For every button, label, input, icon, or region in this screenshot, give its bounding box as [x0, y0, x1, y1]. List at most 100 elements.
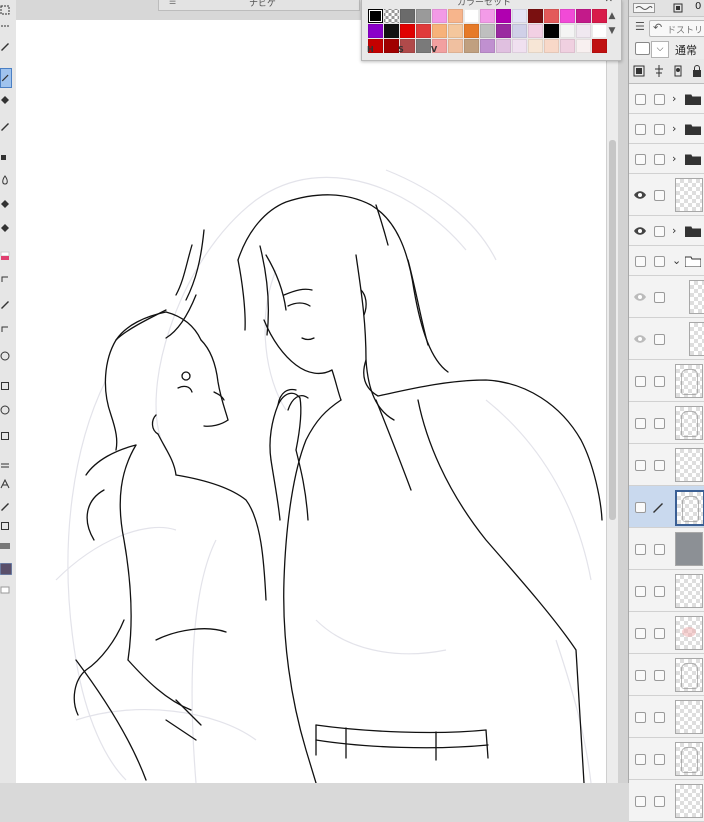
correct-line-tool-icon[interactable] — [0, 380, 12, 394]
expression-color-box[interactable] — [635, 42, 650, 55]
visibility-checkbox[interactable] — [635, 670, 646, 681]
layer-folder-row[interactable]: › — [629, 84, 704, 114]
blend-tool-icon[interactable] — [0, 404, 12, 418]
minimize-icon[interactable]: — — [342, 0, 351, 4]
color-swatch[interactable] — [560, 9, 575, 23]
layer-row[interactable] — [629, 780, 704, 822]
lock-checkbox[interactable] — [654, 256, 665, 267]
color-swatch[interactable] — [384, 9, 399, 23]
visibility-checkbox[interactable] — [635, 256, 646, 267]
color-swatch[interactable] — [480, 24, 495, 38]
layer-folder-row[interactable]: › — [629, 114, 704, 144]
undo-icon[interactable]: ↶ — [653, 21, 662, 34]
color-swatch[interactable] — [464, 9, 479, 23]
chevron-down-icon[interactable]: ⌄ — [672, 254, 681, 267]
draft-layer-icon[interactable] — [672, 64, 684, 78]
lock-checkbox[interactable] — [654, 124, 665, 135]
lock-checkbox[interactable] — [654, 418, 665, 429]
chevron-right-icon[interactable]: › — [672, 152, 676, 165]
lock-checkbox[interactable] — [654, 154, 665, 165]
color-swatch[interactable] — [592, 9, 607, 23]
palette-menu-icon[interactable]: ☰ — [635, 20, 645, 33]
chevron-down-icon[interactable]: ⌵ — [651, 41, 669, 58]
lock-checkbox[interactable] — [654, 376, 665, 387]
minimize-icon[interactable]: — — [586, 0, 595, 4]
color-swatch[interactable] — [576, 9, 591, 23]
color-swatch[interactable] — [592, 24, 607, 38]
lock-checkbox[interactable] — [654, 226, 665, 237]
eyedropper-tool-icon[interactable] — [0, 40, 12, 54]
layer-row[interactable] — [629, 570, 704, 612]
gradient-tool-icon[interactable] — [0, 250, 12, 264]
panel-divider[interactable] — [618, 0, 628, 783]
layer-row[interactable] — [629, 654, 704, 696]
color-swatch[interactable] — [416, 24, 431, 38]
layer-row[interactable] — [629, 486, 704, 528]
lock-checkbox[interactable] — [654, 190, 665, 201]
color-swatch[interactable] — [576, 24, 591, 38]
color-swatch[interactable] — [528, 24, 543, 38]
figure-tool-icon[interactable] — [0, 272, 12, 286]
color-swatch[interactable] — [400, 24, 415, 38]
navigator-palette[interactable]: ☰ ナビゲ — — [158, 0, 360, 11]
visibility-checkbox[interactable] — [635, 754, 646, 765]
layer-row[interactable] — [629, 360, 704, 402]
balloon-tool-icon[interactable] — [0, 350, 12, 364]
color-swatch[interactable] — [544, 9, 559, 23]
visibility-checkbox[interactable] — [635, 586, 646, 597]
select-tool-icon[interactable] — [0, 4, 12, 18]
reference-icon[interactable] — [653, 64, 665, 78]
eye-icon[interactable] — [633, 189, 647, 201]
layer-property-icon[interactable] — [673, 3, 683, 13]
ruler-tool-icon[interactable] — [0, 298, 12, 312]
layer-folder-row[interactable]: › — [629, 144, 704, 174]
color-swatch[interactable] — [544, 24, 559, 38]
h-label[interactable]: H — [367, 45, 374, 54]
layer-row[interactable] — [629, 444, 704, 486]
color-swatch[interactable] — [384, 24, 399, 38]
color-swatch[interactable] — [400, 9, 415, 23]
airbrush-tool-icon[interactable] — [0, 150, 12, 164]
layer-folder-row[interactable]: ⌄ — [629, 246, 704, 276]
visibility-checkbox[interactable] — [635, 628, 646, 639]
pencil-tool-icon[interactable] — [0, 562, 12, 576]
color-swatch[interactable] — [432, 24, 447, 38]
v-label[interactable]: V — [431, 45, 437, 54]
lock-checkbox[interactable] — [654, 712, 665, 723]
chevron-right-icon[interactable]: › — [672, 224, 676, 237]
color-swatch[interactable] — [496, 24, 511, 38]
lock-checkbox[interactable] — [654, 586, 665, 597]
visibility-checkbox[interactable] — [635, 502, 646, 513]
layer-row[interactable] — [629, 612, 704, 654]
scroll-down-icon[interactable]: ▼ — [606, 24, 618, 39]
eye-icon[interactable] — [633, 225, 647, 237]
layer-row[interactable] — [629, 318, 704, 360]
wave-icon[interactable] — [633, 3, 655, 13]
lock-checkbox[interactable] — [654, 292, 665, 303]
layer-row[interactable] — [629, 276, 704, 318]
lock-checkbox[interactable] — [654, 754, 665, 765]
color-swatch[interactable] — [560, 24, 575, 38]
palette-menu-icon[interactable]: ☰ — [169, 0, 176, 6]
lasso-tool-icon[interactable] — [0, 500, 12, 514]
drawing-canvas[interactable] — [16, 20, 606, 783]
scrollbar-thumb[interactable] — [609, 140, 616, 520]
layer-row[interactable] — [629, 528, 704, 570]
lock-checkbox[interactable] — [654, 334, 665, 345]
eye-icon[interactable] — [633, 291, 647, 303]
close-icon[interactable]: ✕ — [605, 0, 613, 5]
layer-row[interactable] — [629, 738, 704, 780]
main-color-icon[interactable] — [0, 430, 12, 444]
text-tool-icon[interactable] — [0, 322, 12, 336]
layer-row[interactable] — [629, 174, 704, 216]
color-swatch[interactable] — [448, 24, 463, 38]
chevron-right-icon[interactable]: › — [672, 122, 676, 135]
fill-tool-icon[interactable] — [0, 222, 12, 236]
scroll-up-icon[interactable]: ▲ — [606, 9, 618, 24]
color-swatch[interactable] — [512, 24, 527, 38]
visibility-checkbox[interactable] — [635, 544, 646, 555]
layer-row[interactable] — [629, 402, 704, 444]
lasso-tool-icon[interactable] — [0, 20, 12, 34]
color-swatch[interactable] — [512, 9, 527, 23]
lock-checkbox[interactable] — [654, 628, 665, 639]
